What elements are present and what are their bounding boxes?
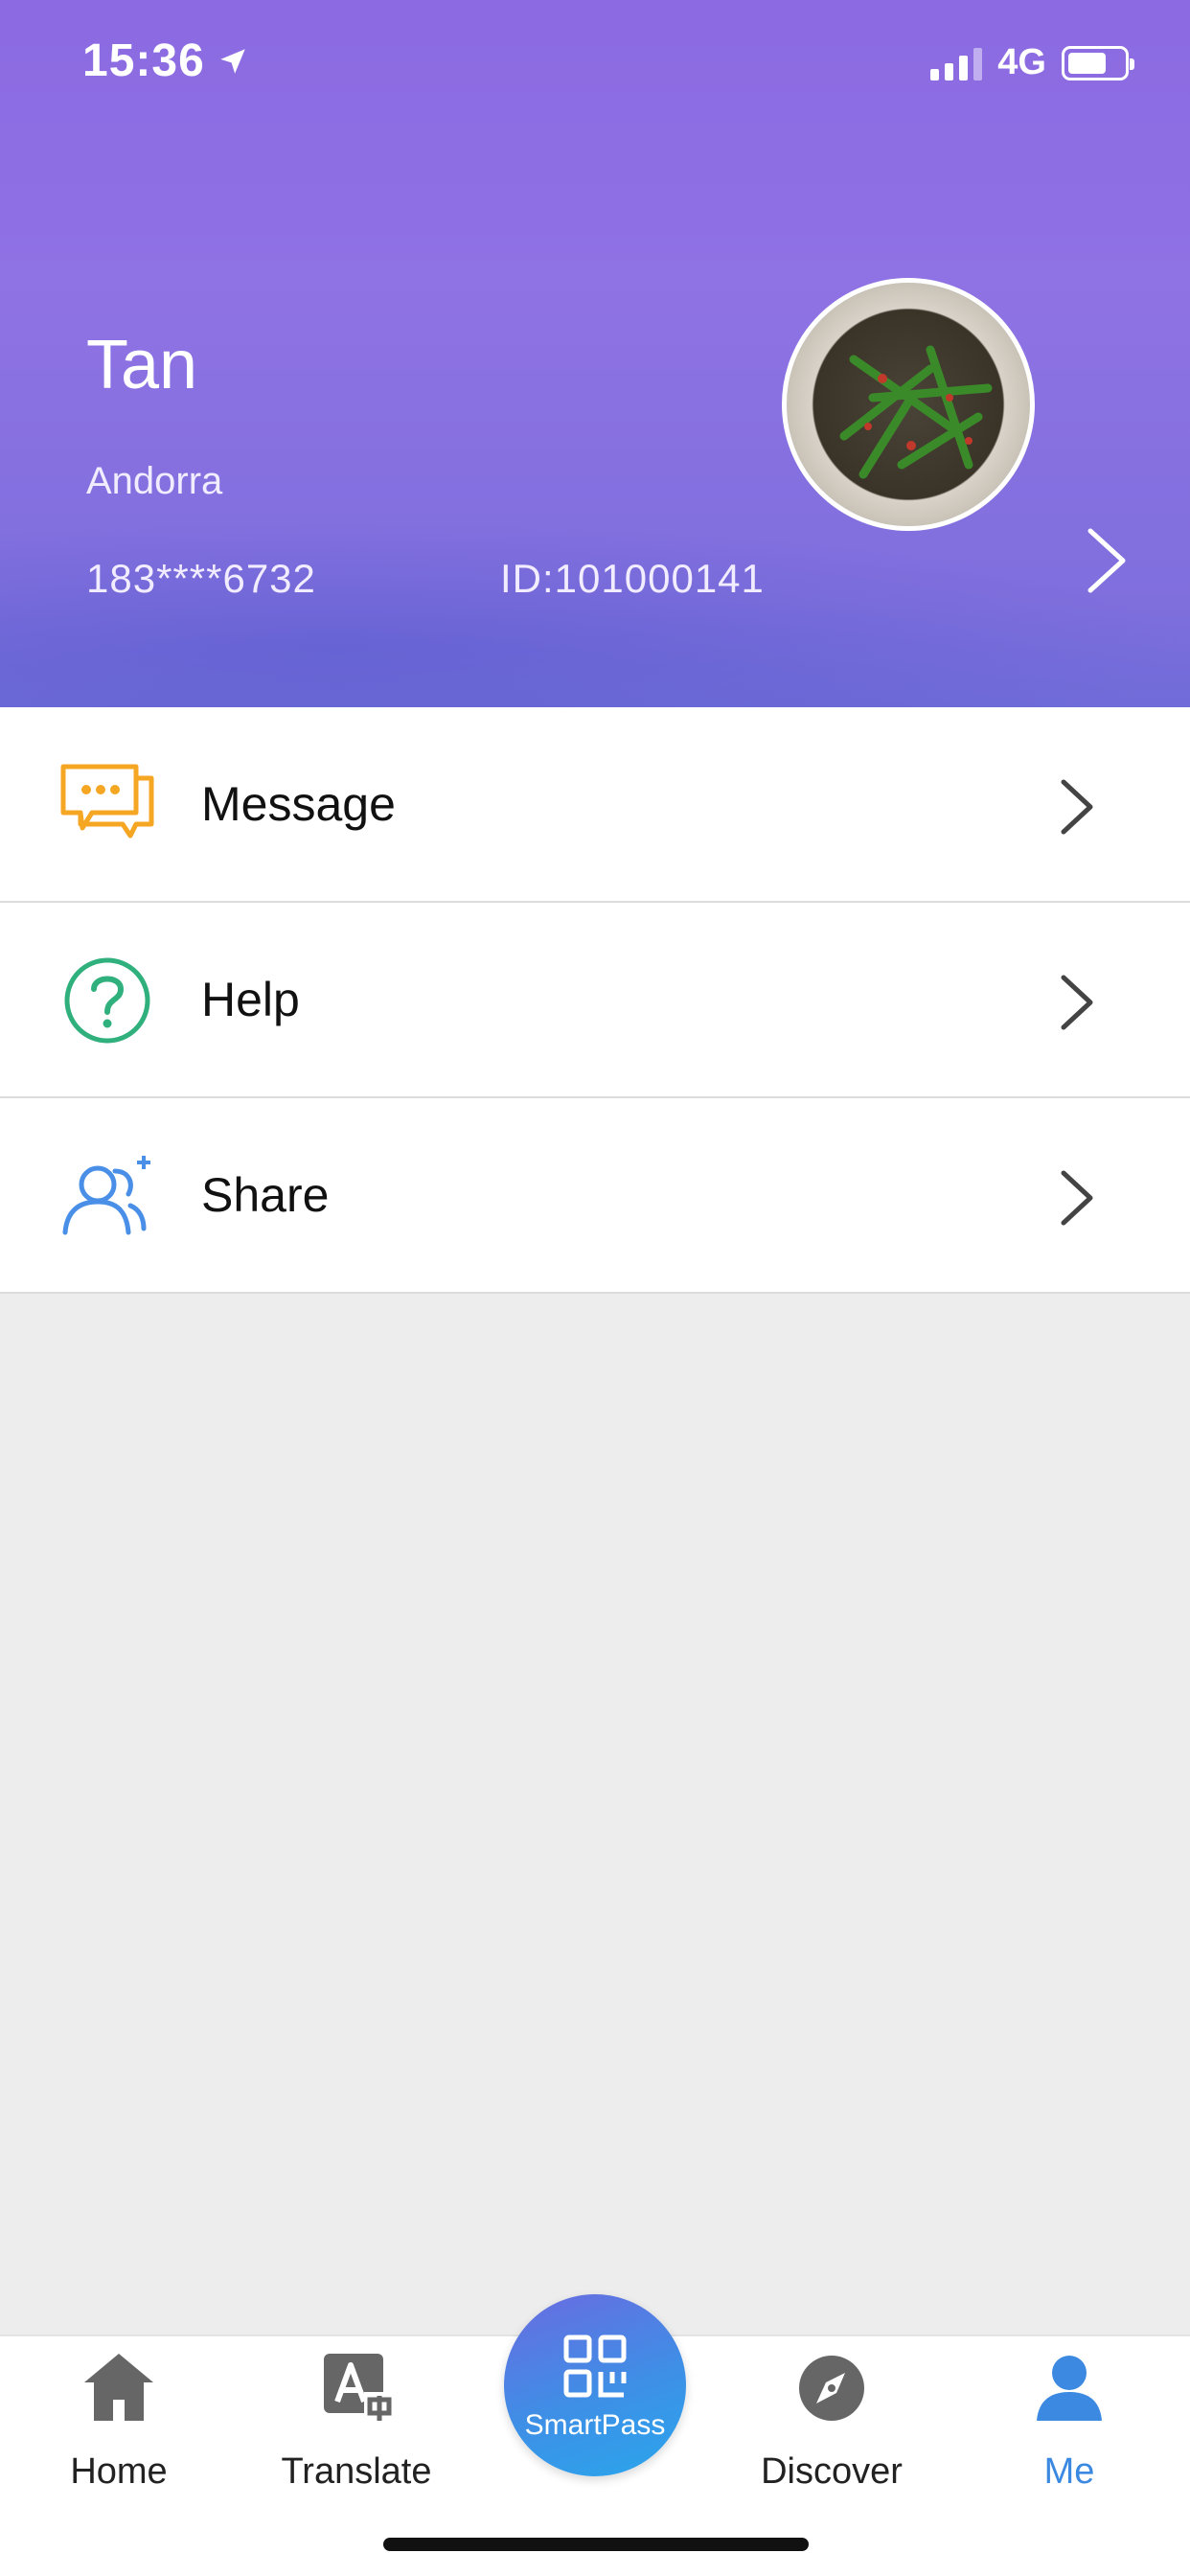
chevron-right-icon: [1061, 975, 1093, 1030]
profile-header[interactable]: 15:36 4G Tan Andorra 183****6732 ID:1010…: [0, 0, 1190, 707]
status-time-text: 15:36: [82, 35, 205, 86]
smartpass-button[interactable]: SmartPass: [504, 2294, 686, 2476]
question-circle-icon: [64, 957, 150, 1044]
menu-item-label: Message: [201, 777, 396, 831]
chevron-right-icon: [1061, 1170, 1093, 1226]
home-indicator: [383, 2538, 809, 2551]
message-bubbles-icon: [60, 764, 154, 839]
user-id: ID:101000141: [500, 556, 765, 601]
status-indicators: 4G: [930, 42, 1134, 83]
translate-icon: [324, 2354, 393, 2423]
status-time: 15:36: [82, 34, 249, 87]
smartpass-label: SmartPass: [524, 2409, 666, 2441]
tab-translate[interactable]: Translate: [270, 2336, 443, 2528]
signal-icon: [930, 46, 983, 80]
menu-item-label: Help: [201, 973, 300, 1026]
menu-item-label: Share: [201, 1168, 330, 1222]
qr-scan-icon: [563, 2334, 627, 2398]
status-bar: 15:36 4G: [0, 0, 1190, 129]
menu-list: Message Help Share: [0, 707, 1190, 1294]
home-icon: [84, 2354, 153, 2421]
tab-discover-label: Discover: [761, 2451, 903, 2492]
menu-item-share[interactable]: Share: [0, 1098, 1190, 1294]
food-photo-avatar-icon: [839, 345, 993, 479]
user-region: Andorra: [86, 460, 223, 502]
chevron-right-icon: [1061, 779, 1093, 835]
tab-home[interactable]: Home: [33, 2336, 205, 2528]
tab-translate-label: Translate: [281, 2451, 432, 2492]
menu-item-help[interactable]: Help: [0, 903, 1190, 1098]
tab-home-label: Home: [70, 2451, 168, 2492]
battery-icon: [1062, 45, 1134, 80]
person-icon: [1037, 2356, 1102, 2421]
profile-chevron-right-icon[interactable]: [1083, 525, 1131, 596]
add-user-icon: [62, 1156, 150, 1235]
tab-discover[interactable]: Discover: [745, 2336, 918, 2528]
avatar[interactable]: [782, 278, 1035, 531]
tab-me[interactable]: Me: [983, 2336, 1156, 2528]
location-arrow-icon: [220, 48, 245, 74]
network-type: 4G: [997, 42, 1046, 82]
user-phone: 183****6732: [86, 556, 316, 601]
compass-icon: [799, 2356, 864, 2421]
menu-item-message[interactable]: Message: [0, 707, 1190, 903]
user-name: Tan: [86, 327, 198, 403]
tab-me-label: Me: [1043, 2451, 1095, 2492]
